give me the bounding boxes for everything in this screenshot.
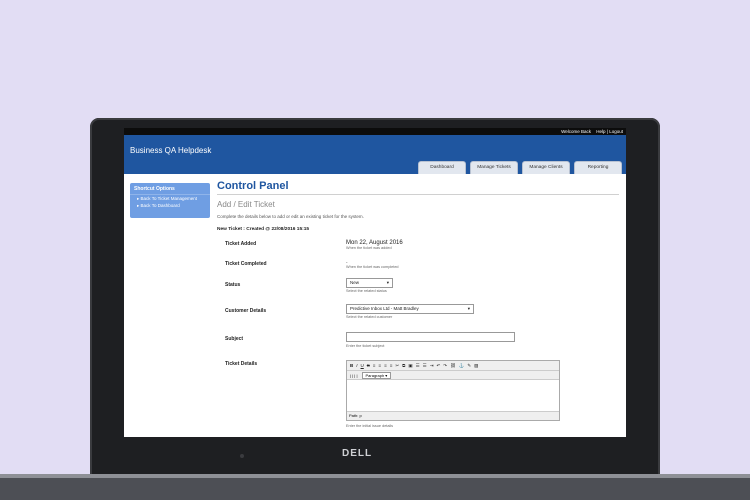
- top-bar: Welcome Back Help | Logout: [124, 128, 626, 135]
- laptop: DELL Welcome Back Help | Logout Business…: [90, 118, 660, 480]
- bold-button[interactable]: B: [350, 363, 353, 368]
- ticket-added-hint: When the ticket was added: [346, 246, 392, 250]
- subject-input[interactable]: [346, 332, 515, 342]
- status-hint: Select the related status: [346, 289, 387, 293]
- status-value: New: [350, 280, 360, 285]
- link-icon[interactable]: ⛓: [450, 363, 456, 369]
- shortcut-label: Back To Dashboard: [140, 203, 180, 208]
- align-left-icon[interactable]: ≡: [373, 363, 376, 368]
- shortcut-back-to-ticket-management[interactable]: ▸ Back To Ticket Management: [130, 195, 210, 202]
- nav-tabs: Dashboard Manage Tickets Manage Clients …: [418, 161, 622, 174]
- copy-icon[interactable]: ⧉: [402, 363, 405, 368]
- format-select[interactable]: Paragraph ▾: [361, 371, 392, 379]
- align-center-icon[interactable]: ≡: [378, 363, 381, 368]
- shortcut-panel: Shortcut Options ▸ Back To Ticket Manage…: [130, 183, 210, 218]
- laptop-base: [0, 478, 750, 500]
- shortcut-title: Shortcut Options: [130, 183, 210, 195]
- shortcut-label: Back To Ticket Management: [140, 196, 197, 201]
- main-content: Control Panel Add / Edit Ticket Complete…: [217, 180, 619, 437]
- divider-icon: | | | |: [350, 372, 358, 378]
- italic-button[interactable]: I: [356, 363, 357, 368]
- cut-icon[interactable]: ✂: [395, 363, 399, 369]
- ticket-form: Ticket Added Mon 22, August 2016 When th…: [217, 232, 619, 437]
- ticket-details-hint: Enter the initial issue details: [346, 424, 394, 428]
- status-label: Status: [225, 282, 241, 288]
- cleanup-icon[interactable]: ✎: [467, 363, 471, 369]
- customer-select[interactable]: Predictive Inbox Ltd - Matt Bradley ▾: [346, 304, 474, 314]
- ticket-details-label: Ticket Details: [225, 361, 258, 367]
- ticket-completed-label: Ticket Completed: [225, 261, 267, 267]
- ticket-completed-hint: When the ticket was completed: [346, 265, 399, 269]
- strike-button[interactable]: S: [367, 363, 370, 368]
- tab-dashboard[interactable]: Dashboard: [418, 161, 466, 174]
- page-title: Control Panel: [217, 180, 619, 195]
- page-description: Complete the details below to add or edi…: [217, 214, 364, 219]
- justify-icon[interactable]: ≡: [390, 363, 393, 368]
- ticket-added-label: Ticket Added: [225, 241, 257, 247]
- rich-text-editor: B I U S ≡ ≡ ≡ ≡ ✂ ⧉ ▣ ☰ ☰ ⇥ ↶ ↷ ⛓ ⚓ ✎ ▨ …: [346, 360, 560, 421]
- brand-title: Business QA Helpdesk: [130, 146, 212, 155]
- redo-icon[interactable]: ↷: [443, 363, 447, 369]
- dell-logo: DELL: [342, 448, 373, 459]
- subject-hint: Enter the ticket subject: [346, 344, 385, 348]
- chevron-down-icon: ▾: [386, 280, 389, 285]
- tab-manage-tickets[interactable]: Manage Tickets: [470, 161, 518, 174]
- customer-value: Predictive Inbox Ltd - Matt Bradley: [350, 306, 419, 311]
- webcam: [240, 454, 244, 458]
- welcome-text: Welcome Back: [561, 129, 592, 134]
- tab-reporting[interactable]: Reporting: [574, 161, 622, 174]
- subject-label: Subject: [225, 336, 244, 342]
- underline-button[interactable]: U: [361, 363, 364, 368]
- help-logout-link[interactable]: Help | Logout: [596, 129, 623, 134]
- chevron-down-icon: ▾: [467, 306, 470, 311]
- app-header: Business QA Helpdesk Dashboard Manage Ti…: [124, 135, 626, 174]
- customer-label: Customer Details: [225, 308, 267, 314]
- editor-toolbar: B I U S ≡ ≡ ≡ ≡ ✂ ⧉ ▣ ☰ ☰ ⇥ ↶ ↷ ⛓ ⚓ ✎ ▨: [347, 361, 559, 371]
- shortcut-back-to-dashboard[interactable]: ▸ Back To Dashboard: [130, 202, 210, 209]
- editor-path: Path: p: [347, 411, 559, 420]
- image-icon[interactable]: ▨: [474, 363, 478, 369]
- status-select[interactable]: New ▾: [346, 278, 393, 288]
- bullet-list-icon[interactable]: ☰: [416, 363, 420, 369]
- page-subtitle: Add / Edit Ticket: [217, 200, 275, 209]
- align-right-icon[interactable]: ≡: [384, 363, 387, 368]
- screen: Welcome Back Help | Logout Business QA H…: [124, 128, 626, 437]
- undo-icon[interactable]: ↶: [436, 363, 440, 369]
- numbered-list-icon[interactable]: ☰: [423, 363, 427, 369]
- format-value: Paragraph: [365, 372, 385, 378]
- indent-icon[interactable]: ⇥: [430, 363, 434, 369]
- editor-toolbar-format: | | | | Paragraph ▾: [347, 371, 559, 380]
- customer-hint: Select the related customer: [346, 315, 393, 319]
- paste-icon[interactable]: ▣: [408, 363, 412, 369]
- tab-manage-clients[interactable]: Manage Clients: [522, 161, 570, 174]
- anchor-icon[interactable]: ⚓: [459, 363, 465, 369]
